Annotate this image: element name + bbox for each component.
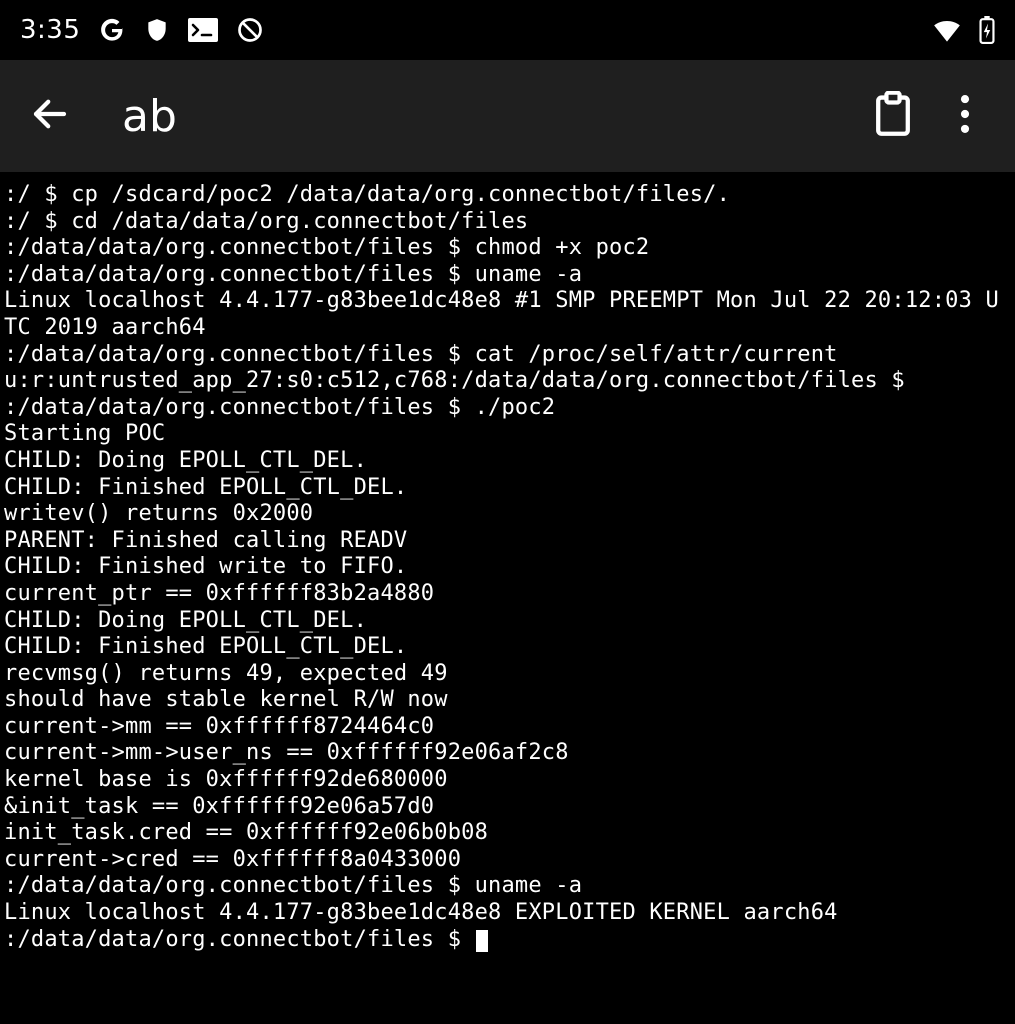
terminal-line: Starting POC bbox=[4, 421, 1011, 448]
terminal-line: :/data/data/org.connectbot/files $ uname… bbox=[4, 262, 1011, 289]
wifi-icon bbox=[933, 18, 961, 42]
terminal-line: &init_task == 0xffffff92e06a57d0 bbox=[4, 794, 1011, 821]
shield-icon bbox=[144, 17, 170, 43]
terminal-line: PARENT: Finished calling READV bbox=[4, 528, 1011, 555]
app-bar: ab bbox=[0, 60, 1015, 172]
terminal-line: should have stable kernel R/W now bbox=[4, 687, 1011, 714]
paste-button[interactable] bbox=[857, 80, 929, 152]
block-icon bbox=[236, 16, 264, 44]
terminal-line: :/data/data/org.connectbot/files $ chmod… bbox=[4, 235, 1011, 262]
terminal-line: u:r:untrusted_app_27:s0:c512,c768:/data/… bbox=[4, 368, 1011, 395]
cursor bbox=[476, 930, 488, 952]
terminal-icon bbox=[188, 17, 218, 43]
terminal-line: init_task.cred == 0xffffff92e06b0b08 bbox=[4, 820, 1011, 847]
terminal-line: CHILD: Doing EPOLL_CTL_DEL. bbox=[4, 448, 1011, 475]
terminal-line: current->mm == 0xffffff8724464c0 bbox=[4, 714, 1011, 741]
status-right bbox=[933, 16, 995, 44]
clipboard-icon bbox=[873, 91, 913, 141]
overflow-menu-button[interactable] bbox=[929, 80, 1001, 152]
terminal-line: CHILD: Finished write to FIFO. bbox=[4, 554, 1011, 581]
terminal-line: current->cred == 0xffffff8a0433000 bbox=[4, 847, 1011, 874]
terminal-line: kernel base is 0xffffff92de680000 bbox=[4, 767, 1011, 794]
terminal-line: CHILD: Finished EPOLL_CTL_DEL. bbox=[4, 475, 1011, 502]
terminal-line: :/ $ cp /sdcard/poc2 /data/data/org.conn… bbox=[4, 182, 1011, 209]
battery-icon bbox=[979, 16, 995, 44]
terminal-line: :/data/data/org.connectbot/files $ cat /… bbox=[4, 342, 1011, 369]
terminal-line: current_ptr == 0xffffff83b2a4880 bbox=[4, 581, 1011, 608]
terminal-line: :/data/data/org.connectbot/files $ uname… bbox=[4, 873, 1011, 900]
page-title: ab bbox=[90, 91, 857, 142]
terminal-line: recvmsg() returns 49, expected 49 bbox=[4, 661, 1011, 688]
terminal-line: :/data/data/org.connectbot/files $ bbox=[4, 927, 1011, 954]
more-vert-icon bbox=[960, 95, 970, 137]
google-icon bbox=[98, 16, 126, 44]
status-left: 3:35 bbox=[20, 15, 264, 45]
terminal-line: writev() returns 0x2000 bbox=[4, 501, 1011, 528]
arrow-back-icon bbox=[29, 93, 71, 139]
terminal-line: CHILD: Doing EPOLL_CTL_DEL. bbox=[4, 608, 1011, 635]
terminal-line: :/ $ cd /data/data/org.connectbot/files bbox=[4, 209, 1011, 236]
terminal-line: current->mm->user_ns == 0xffffff92e06af2… bbox=[4, 740, 1011, 767]
status-clock: 3:35 bbox=[20, 15, 80, 45]
terminal-line: Linux localhost 4.4.177-g83bee1dc48e8 #1… bbox=[4, 288, 1011, 341]
terminal-output[interactable]: :/ $ cp /sdcard/poc2 /data/data/org.conn… bbox=[0, 172, 1015, 1024]
terminal-line: CHILD: Finished EPOLL_CTL_DEL. bbox=[4, 634, 1011, 661]
status-bar: 3:35 bbox=[0, 0, 1015, 60]
terminal-line: Linux localhost 4.4.177-g83bee1dc48e8 EX… bbox=[4, 900, 1011, 927]
terminal-line: :/data/data/org.connectbot/files $ ./poc… bbox=[4, 395, 1011, 422]
back-button[interactable] bbox=[10, 76, 90, 156]
